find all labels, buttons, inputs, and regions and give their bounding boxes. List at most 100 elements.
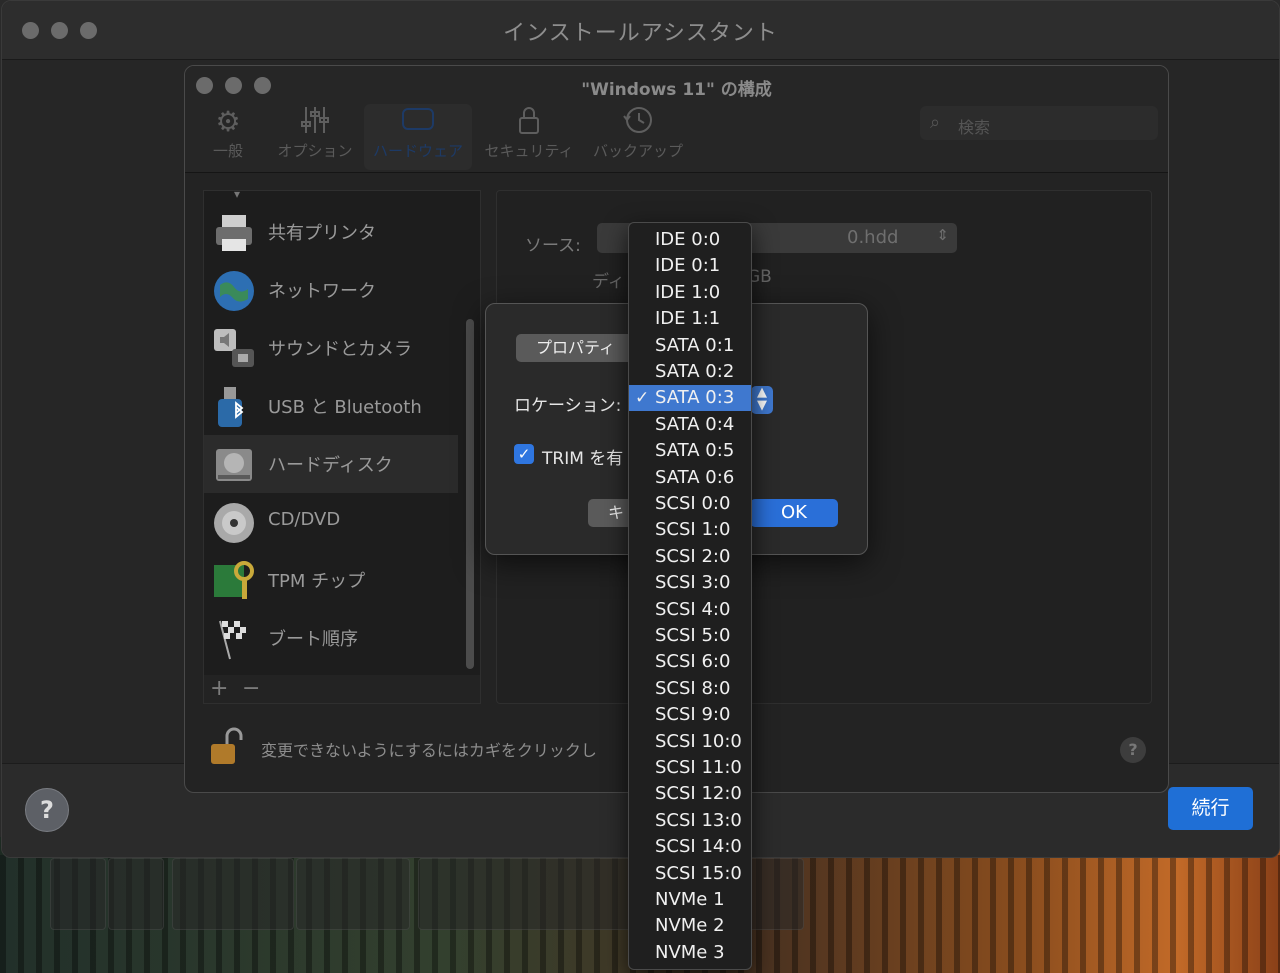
tpm-chip-icon (212, 559, 256, 603)
properties-button[interactable]: プロパティ (516, 334, 646, 362)
menu-item[interactable]: SCSI 12:0 (629, 781, 751, 807)
sidebar-item-tpm-chip[interactable]: TPM チップ (204, 551, 458, 609)
menu-item[interactable]: SATA 0:4 (629, 412, 751, 438)
clock-icon (590, 104, 686, 140)
tab-options[interactable]: オプション (275, 104, 355, 170)
sidebar-item-label: ハードディスク (268, 455, 393, 476)
menu-item-label: SATA 0:3 (655, 387, 735, 409)
menu-item[interactable]: SCSI 10:0 (629, 729, 751, 755)
help-button[interactable]: ? (25, 788, 69, 832)
menu-item-label: SCSI 4:0 (655, 598, 731, 620)
lock-icon (481, 104, 577, 140)
scroll-up-indicator-icon: ▾ (234, 187, 241, 201)
config-window-title: "Windows 11" の構成 (581, 80, 772, 100)
config-help-button[interactable]: ? (1120, 737, 1146, 763)
menu-item[interactable]: SCSI 15:0 (629, 861, 751, 887)
menu-item-label: SCSI 2:0 (655, 545, 731, 567)
checkered-flag-icon (212, 617, 256, 661)
sidebar-item-printer[interactable]: 共有プリンタ (204, 203, 458, 261)
menu-item-label: IDE 0:1 (655, 255, 721, 277)
menu-item[interactable]: SCSI 9:0 (629, 702, 751, 728)
add-device-button[interactable]: + (210, 676, 228, 701)
lock-hint-text: 変更できないようにするにはカギをクリックし (261, 741, 597, 760)
gear-icon: ⚙ (215, 105, 241, 138)
sidebar-item-cd-dvd[interactable]: CD/DVD (204, 493, 458, 551)
menu-item-label: SCSI 0:0 (655, 493, 731, 514)
speaker-camera-icon (212, 327, 256, 371)
menu-item[interactable]: ✓ SATA 0:3 (629, 385, 751, 412)
menu-item-label: SCSI 12:0 (655, 783, 742, 805)
menu-item[interactable]: SCSI 5:0 (629, 623, 751, 649)
continue-button[interactable]: 続行 (1168, 787, 1253, 830)
hardware-sidebar: ▾ 共有プリンタ ネットワーク サウンドとカメラ USB と Bluetooth (203, 187, 481, 676)
sidebar-item-label: サウンドとカメラ (268, 339, 412, 360)
menu-item-label: SATA 0:6 (655, 466, 735, 488)
tab-backup[interactable]: バックアップ (590, 104, 686, 170)
printer-icon (212, 211, 256, 255)
hardware-icon (364, 104, 472, 140)
tab-label: オプション (277, 142, 353, 160)
outer-titlebar: インストールアシスタント (2, 1, 1279, 60)
tab-security[interactable]: セキュリティ (481, 104, 577, 170)
checkmark-icon: ✓ (635, 388, 650, 409)
ok-button[interactable]: OK (750, 499, 838, 527)
sidebar-item-label: ネットワーク (268, 281, 376, 302)
menu-item[interactable]: NVMe 2 (629, 913, 751, 939)
menu-item[interactable]: NVMe 1 (629, 887, 751, 913)
outer-window-title: インストールアシスタント (503, 21, 778, 46)
menu-item[interactable]: SCSI 2:0 (629, 544, 751, 570)
location-select-arrows-icon[interactable]: ▲ ▼ (751, 386, 773, 414)
sidebar-item-boot-order[interactable]: ブート順序 (204, 609, 458, 667)
menu-item[interactable]: IDE 1:1 (629, 306, 751, 332)
location-dropdown-menu: IDE 0:0 IDE 0:1 IDE 1:0 IDE 1:1 SATA 0:1 SATA… (628, 222, 752, 970)
sidebar-footer: + − (203, 675, 481, 704)
sidebar-item-sound-camera[interactable]: サウンドとカメラ (204, 319, 458, 377)
menu-item[interactable]: SCSI 11:0 (629, 755, 751, 781)
menu-item[interactable]: SCSI 14:0 (629, 834, 751, 860)
menu-item[interactable]: IDE 0:0 (629, 227, 751, 253)
sidebar-item-hard-disk[interactable]: ハードディスク (204, 435, 458, 493)
trim-checkbox[interactable]: ✓ (514, 444, 534, 464)
tab-general[interactable]: ⚙ 一般 (203, 104, 253, 170)
menu-item[interactable]: SATA 0:1 (629, 333, 751, 359)
sidebar-item-network[interactable]: ネットワーク (204, 261, 458, 319)
menu-item[interactable]: IDE 0:1 (629, 253, 751, 279)
source-value: 0.hdd (847, 227, 899, 248)
source-label: ソース: (525, 236, 581, 256)
disc-icon (212, 501, 256, 545)
menu-item-label: SATA 0:2 (655, 361, 735, 382)
sidebar-item-usb-bluetooth[interactable]: USB と Bluetooth (204, 377, 458, 435)
menu-item[interactable]: SCSI 3:0 (629, 570, 751, 596)
menu-item[interactable]: SCSI 8:0 (629, 676, 751, 702)
menu-item[interactable]: SCSI 1:0 (629, 517, 751, 543)
menu-item-label: IDE 1:1 (655, 308, 721, 330)
background-window-tile (296, 858, 410, 930)
globe-icon (212, 269, 256, 313)
tab-label: 一般 (212, 142, 243, 160)
sidebar-item-label: TPM チップ (268, 571, 366, 592)
sidebar-scrollbar[interactable] (466, 319, 474, 669)
menu-item[interactable]: SATA 0:5 (629, 438, 751, 464)
background-window-tile (172, 858, 294, 930)
location-label: ロケーション: (514, 396, 622, 416)
menu-item[interactable]: SATA 0:6 (629, 465, 751, 491)
menu-item[interactable]: SCSI 4:0 (629, 597, 751, 623)
menu-item-label: SATA 0:5 (655, 440, 735, 462)
menu-item[interactable]: SCSI 0:0 (629, 491, 751, 517)
unlock-icon[interactable] (209, 726, 243, 766)
menu-item[interactable]: SCSI 6:0 (629, 649, 751, 675)
trim-label: TRIM を有 (542, 449, 624, 469)
tab-hardware[interactable]: ハードウェア (364, 104, 472, 170)
sidebar-item-label: ブート順序 (268, 629, 358, 650)
tab-label: バックアップ (592, 142, 683, 160)
menu-item[interactable]: NVMe 3 (629, 940, 751, 966)
menu-item-label: SCSI 14:0 (655, 836, 742, 858)
chevron-updown-icon: ⇕ (936, 226, 949, 244)
menu-item[interactable]: IDE 1:0 (629, 280, 751, 306)
menu-item-label: NVMe 2 (655, 915, 725, 937)
menu-item[interactable]: SCSI 13:0 (629, 808, 751, 834)
remove-device-button[interactable]: − (242, 676, 260, 701)
background-window-tile (50, 858, 106, 930)
search-field[interactable]: ⌕ 検索 (920, 106, 1158, 140)
menu-item[interactable]: SATA 0:2 (629, 359, 751, 385)
